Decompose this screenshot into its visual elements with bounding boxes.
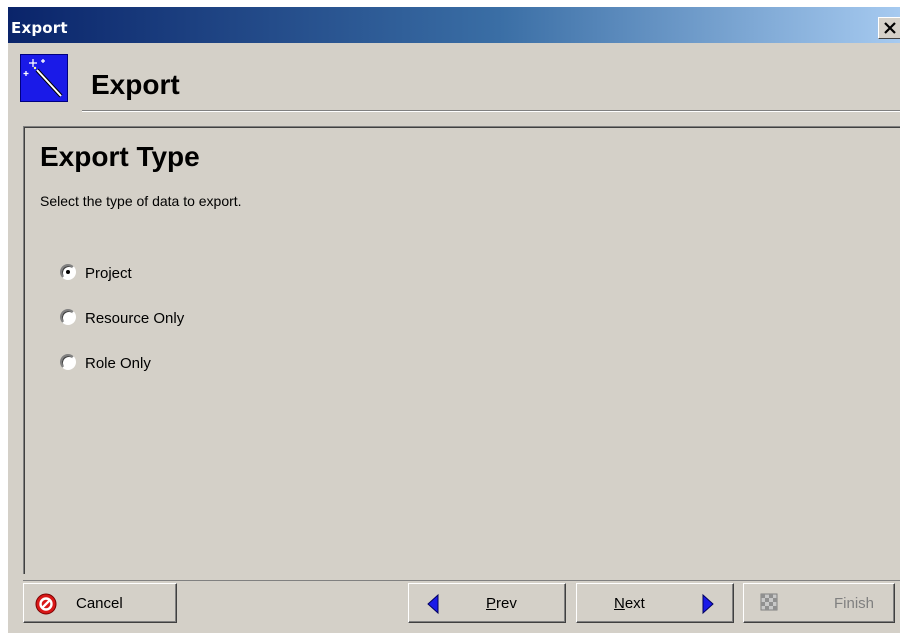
magic-wand-icon bbox=[20, 54, 68, 102]
window-title: Export bbox=[11, 19, 68, 37]
right-arrow-icon bbox=[702, 593, 714, 615]
page-title: Export Type bbox=[40, 141, 200, 172]
radio-label[interactable]: Project bbox=[85, 265, 132, 282]
radio-label[interactable]: Role Only bbox=[85, 355, 151, 372]
prev-label: Prev bbox=[486, 595, 517, 612]
radio-button[interactable] bbox=[60, 354, 76, 370]
prev-button[interactable]: Prev bbox=[408, 583, 566, 623]
export-dialog: Export Export Export Type Select the typ… bbox=[8, 7, 900, 633]
cancel-icon bbox=[35, 593, 57, 615]
radio-button-checked[interactable] bbox=[60, 264, 76, 280]
left-arrow-icon bbox=[427, 593, 439, 615]
close-button[interactable] bbox=[878, 17, 900, 39]
cancel-label: Cancel bbox=[76, 595, 123, 612]
finish-button[interactable]: Finish bbox=[743, 583, 895, 623]
radio-label[interactable]: Resource Only bbox=[85, 310, 184, 327]
header-title: Export bbox=[91, 69, 180, 100]
next-button[interactable]: Next bbox=[576, 583, 734, 623]
finish-flag-icon bbox=[760, 593, 778, 611]
page-description: Select the type of data to export. bbox=[40, 193, 242, 209]
next-label: Next bbox=[614, 595, 645, 612]
title-bar[interactable]: Export bbox=[8, 7, 900, 43]
close-icon bbox=[884, 22, 896, 34]
footer-divider bbox=[23, 580, 900, 581]
cancel-button[interactable]: Cancel bbox=[23, 583, 177, 623]
radio-button[interactable] bbox=[60, 309, 76, 325]
finish-label: Finish bbox=[834, 595, 875, 612]
